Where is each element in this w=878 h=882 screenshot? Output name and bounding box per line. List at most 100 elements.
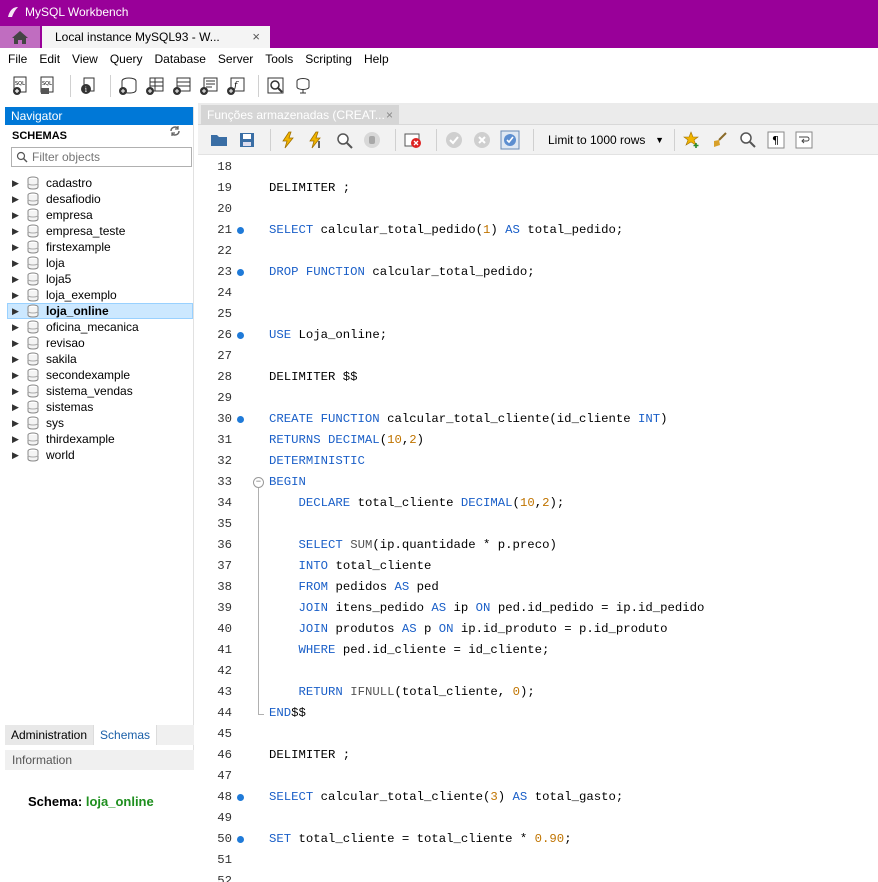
add-snippet-button[interactable] <box>681 129 703 151</box>
expand-arrow-icon[interactable]: ▶ <box>12 258 22 269</box>
close-icon[interactable]: × <box>252 29 260 44</box>
code-token: 10 <box>519 496 535 510</box>
tab-administration[interactable]: Administration <box>5 725 95 745</box>
code-token: total_pedido; <box>519 223 624 237</box>
schema-item[interactable]: ▶ secondexample <box>5 367 193 383</box>
autocommit-toggle-button[interactable] <box>499 129 521 151</box>
home-tab[interactable] <box>0 26 40 48</box>
menu-view[interactable]: View <box>66 52 104 66</box>
code-line: 19 DELIMITER ; <box>198 178 878 199</box>
schema-item[interactable]: ▶ sistema_vendas <box>5 383 193 399</box>
commit-button[interactable] <box>443 129 465 151</box>
find-button[interactable] <box>737 129 759 151</box>
expand-arrow-icon[interactable]: ▶ <box>12 370 22 381</box>
create-function-button[interactable]: f <box>225 75 247 97</box>
expand-arrow-icon[interactable]: ▶ <box>12 226 22 237</box>
schema-item[interactable]: ▶ loja5 <box>5 271 193 287</box>
explain-button[interactable] <box>333 129 355 151</box>
schema-item[interactable]: ▶ loja_exemplo <box>5 287 193 303</box>
expand-arrow-icon[interactable]: ▶ <box>12 386 22 397</box>
expand-arrow-icon[interactable]: ▶ <box>12 242 22 253</box>
execute-current-button[interactable] <box>305 129 327 151</box>
toggle-continue-on-error-button[interactable] <box>402 129 424 151</box>
search-icon <box>16 151 28 163</box>
sql-editor-tab-label: Funções armazenadas (CREAT... <box>207 108 385 122</box>
expand-arrow-icon[interactable]: ▶ <box>12 418 22 429</box>
execute-all-button[interactable] <box>277 129 299 151</box>
rollback-button[interactable] <box>471 129 493 151</box>
menu-server[interactable]: Server <box>212 52 259 66</box>
schema-item[interactable]: ▶ revisao <box>5 335 193 351</box>
sql-editor-tab[interactable]: Funções armazenadas (CREAT... × <box>201 105 399 125</box>
menu-database[interactable]: Database <box>149 52 212 66</box>
search-table-data-button[interactable] <box>265 75 287 97</box>
schema-item[interactable]: ▶ empresa_teste <box>5 223 193 239</box>
create-schema-button[interactable] <box>117 75 139 97</box>
schema-item[interactable]: ▶ loja_online <box>7 303 193 319</box>
open-file-button[interactable] <box>208 129 230 151</box>
connection-tab[interactable]: Local instance MySQL93 - W... × <box>42 26 270 48</box>
schema-item[interactable]: ▶ firstexample <box>5 239 193 255</box>
save-button[interactable] <box>236 129 258 151</box>
expand-arrow-icon[interactable]: ▶ <box>12 450 22 461</box>
toggle-wrap-button[interactable] <box>793 129 815 151</box>
create-view-button[interactable] <box>171 75 193 97</box>
tab-schemas[interactable]: Schemas <box>94 725 158 745</box>
code-line: 51 <box>198 850 878 871</box>
schema-item[interactable]: ▶ world <box>5 447 193 463</box>
inspector-button[interactable]: i <box>77 75 99 97</box>
expand-arrow-icon[interactable]: ▶ <box>12 290 22 301</box>
expand-arrow-icon[interactable]: ▶ <box>12 194 22 205</box>
expand-arrow-icon[interactable]: ▶ <box>12 402 22 413</box>
schema-item[interactable]: ▶ sys <box>5 415 193 431</box>
schema-item[interactable]: ▶ thirdexample <box>5 431 193 447</box>
code-token: (total_cliente, <box>394 685 513 699</box>
schema-name: secondexample <box>46 368 131 382</box>
schema-item[interactable]: ▶ sakila <box>5 351 193 367</box>
schema-item[interactable]: ▶ empresa <box>5 207 193 223</box>
expand-arrow-icon[interactable]: ▶ <box>12 354 22 365</box>
schema-item[interactable]: ▶ cadastro <box>5 175 193 191</box>
expand-arrow-icon[interactable]: ▶ <box>12 306 22 317</box>
menu-query[interactable]: Query <box>104 52 149 66</box>
schema-item[interactable]: ▶ desafiodio <box>5 191 193 207</box>
open-sql-script-button[interactable]: SQL <box>37 75 59 97</box>
menu-edit[interactable]: Edit <box>33 52 66 66</box>
menu-help[interactable]: Help <box>358 52 395 66</box>
search-table-icon <box>267 77 284 94</box>
code-token: total_gasto; <box>527 790 624 804</box>
line-number: 31 <box>217 433 232 447</box>
menu-scripting[interactable]: Scripting <box>299 52 358 66</box>
beautify-button[interactable] <box>709 129 731 151</box>
create-table-button[interactable] <box>144 75 166 97</box>
expand-arrow-icon[interactable]: ▶ <box>12 178 22 189</box>
filter-objects-input[interactable] <box>32 150 182 164</box>
schema-item[interactable]: ▶ sistemas <box>5 399 193 415</box>
expand-arrow-icon[interactable]: ▶ <box>12 210 22 221</box>
create-procedure-button[interactable] <box>198 75 220 97</box>
fold-toggle-icon[interactable]: − <box>253 477 264 488</box>
magnifier-icon <box>740 131 756 148</box>
reconnect-button[interactable] <box>292 75 314 97</box>
menu-file[interactable]: File <box>2 52 33 66</box>
expand-arrow-icon[interactable]: ▶ <box>12 338 22 349</box>
schema-item[interactable]: ▶ loja <box>5 255 193 271</box>
schema-item[interactable]: ▶ oficina_mecanica <box>5 319 193 335</box>
sql-code-editor[interactable]: 18 19 DELIMITER ; 20 21 SELECT calcular_total… <box>198 157 878 882</box>
code-token: calcular_total_cliente(id_cliente <box>379 412 638 426</box>
limit-rows-select[interactable]: Limit to 1000 rows ▼ <box>544 130 668 150</box>
code-text: CREATE FUNCTION calcular_total_cliente(i… <box>269 409 668 430</box>
stop-button[interactable] <box>361 129 383 151</box>
expand-arrow-icon[interactable]: ▶ <box>12 322 22 333</box>
expand-arrow-icon[interactable]: ▶ <box>12 274 22 285</box>
toolbar-separator <box>258 75 259 97</box>
code-line: 32 DETERMINISTIC <box>198 451 878 472</box>
expand-arrow-icon[interactable]: ▶ <box>12 434 22 445</box>
code-token: ); <box>549 496 565 510</box>
close-tab-icon[interactable]: × <box>386 105 393 125</box>
refresh-icon[interactable] <box>169 125 181 137</box>
toggle-invisible-chars-button[interactable]: ¶ <box>765 129 787 151</box>
menu-tools[interactable]: Tools <box>259 52 299 66</box>
new-sql-tab-button[interactable]: SQL <box>10 75 32 97</box>
